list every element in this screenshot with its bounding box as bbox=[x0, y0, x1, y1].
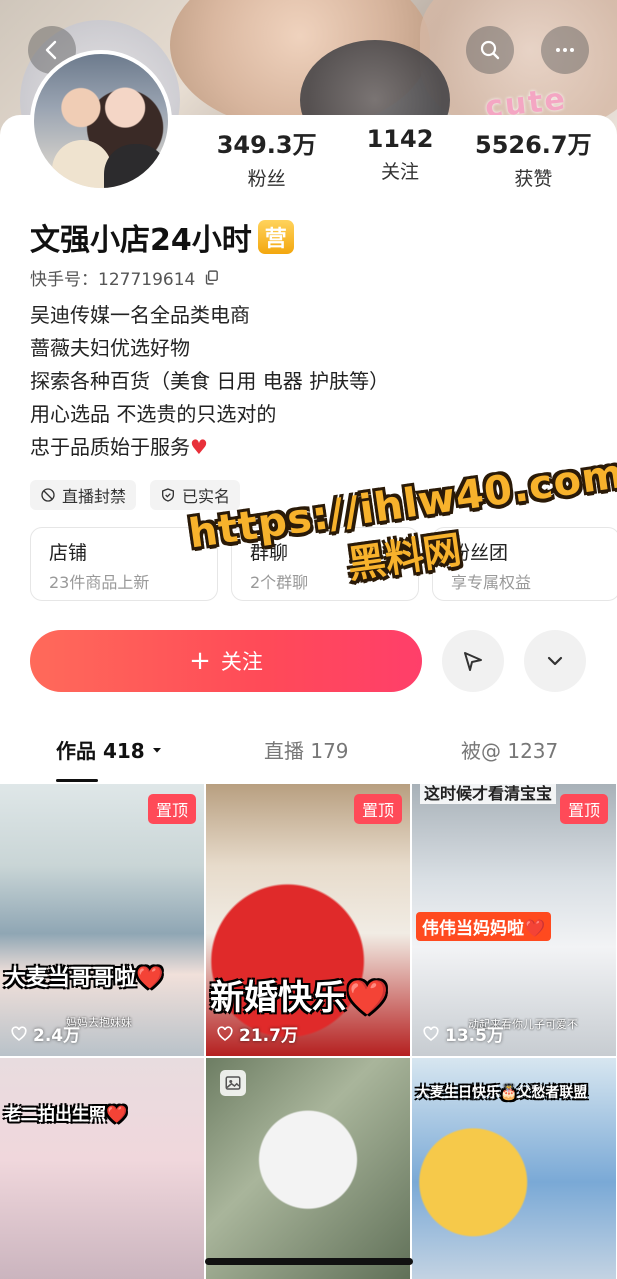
stat-value: 1142 bbox=[366, 125, 434, 153]
kuaishou-id: 快手号：127719614 bbox=[30, 265, 220, 290]
bio-line: 忠于品质始于服务♥ bbox=[30, 431, 389, 464]
stat-following[interactable]: 1142 关注 bbox=[333, 125, 466, 191]
video-caption: 老二拍出生照❤️ bbox=[4, 1105, 128, 1125]
follow-button[interactable]: + 关注 bbox=[30, 630, 422, 692]
stat-likes[interactable]: 5526.7万 获赞 bbox=[467, 125, 600, 191]
heart-outline-icon bbox=[423, 1025, 439, 1041]
more-button[interactable] bbox=[541, 26, 589, 74]
tab-label: 直播 179 bbox=[264, 739, 349, 763]
shortcut-subtitle: 2个群聊 bbox=[250, 573, 309, 592]
tag-live-banned[interactable]: 直播封禁 bbox=[30, 480, 137, 510]
pinned-badge: 置顶 bbox=[559, 794, 608, 824]
tag-label: 已实名 bbox=[182, 487, 231, 506]
bio-line: 用心选品 不选贵的只选对的 bbox=[30, 402, 277, 426]
stat-value: 349.3万 bbox=[216, 131, 317, 159]
bio-line: 探索各种百货（美食 日用 电器 护肤等） bbox=[30, 369, 390, 393]
avatar-photo-part bbox=[52, 140, 112, 188]
tab-underline bbox=[56, 779, 98, 782]
send-message-button[interactable] bbox=[442, 630, 504, 692]
video-thumbnail[interactable]: 置顶 新婚快乐❤️ 21.7万 bbox=[206, 784, 410, 1056]
home-indicator[interactable] bbox=[205, 1258, 413, 1265]
shortcut-fan-club[interactable]: 粉丝团 享专属权益 bbox=[432, 527, 617, 601]
video-likes: 21.7万 bbox=[216, 1021, 298, 1046]
send-icon bbox=[464, 652, 482, 671]
heart-outline-icon bbox=[217, 1025, 233, 1041]
tab-label: 作品 418 bbox=[56, 739, 145, 763]
tag-verified[interactable]: 已实名 bbox=[150, 480, 241, 510]
video-caption: 大麦生日快乐🎂父愁者联盟 bbox=[416, 1085, 588, 1101]
video-thumbnail[interactable]: 这时候才看清宝宝 置顶 伟伟当妈妈啦❤️ 动起来看你儿子可爱不 13.5万 bbox=[412, 784, 616, 1056]
follow-label: 关注 bbox=[220, 650, 263, 674]
search-icon bbox=[480, 40, 500, 60]
video-thumbnail[interactable]: 老二拍出生照❤️ bbox=[0, 1058, 204, 1279]
likes-count: 21.7万 bbox=[239, 1026, 298, 1046]
shortcut-title: 群聊 bbox=[250, 542, 289, 564]
shortcut-group-chat[interactable]: 群聊 2个群聊 bbox=[231, 527, 419, 601]
kuaishou-id-text: 快手号：127719614 bbox=[30, 270, 196, 290]
image-post-icon bbox=[220, 1070, 246, 1096]
shortcut-subtitle: 23件商品上新 bbox=[49, 573, 150, 592]
shield-check-icon bbox=[162, 488, 175, 502]
profile-bio: 吴迪传媒一名全品类电商 蔷薇夫妇优选好物 探索各种百货（美食 日用 电器 护肤等… bbox=[30, 299, 389, 464]
avatar[interactable] bbox=[30, 50, 172, 192]
shortcut-title: 店铺 bbox=[49, 542, 88, 564]
back-icon bbox=[45, 40, 57, 60]
profile-shortcuts: 店铺 23件商品上新 群聊 2个群聊 粉丝团 享专属权益 bbox=[30, 527, 617, 601]
profile-name: 文强小店24小时 bbox=[30, 223, 252, 258]
shortcut-title: 粉丝团 bbox=[451, 542, 509, 564]
tab-mentions[interactable]: 被@ 1237 bbox=[461, 735, 558, 764]
stat-value: 5526.7万 bbox=[475, 131, 592, 159]
content-tabs: 作品 418 直播 179 被@ 1237 bbox=[0, 735, 617, 785]
bio-line-text: 忠于品质始于服务 bbox=[30, 435, 190, 459]
shortcut-subtitle: 享专属权益 bbox=[451, 573, 532, 592]
more-icon bbox=[556, 48, 574, 52]
video-likes: 13.5万 bbox=[422, 1021, 504, 1046]
stat-label: 获赞 bbox=[514, 168, 553, 190]
profile-name-row: 文强小店24小时 营 bbox=[30, 215, 294, 259]
heart-icon: ♥ bbox=[190, 435, 208, 459]
likes-count: 13.5万 bbox=[445, 1026, 504, 1046]
video-thumbnail[interactable] bbox=[206, 1058, 410, 1279]
caret-down-icon bbox=[152, 747, 161, 753]
video-thumbnail[interactable]: 大麦生日快乐🎂父愁者联盟 bbox=[412, 1058, 616, 1279]
ban-icon bbox=[41, 488, 55, 502]
avatar-photo-part bbox=[104, 144, 168, 188]
tag-label: 直播封禁 bbox=[62, 487, 127, 506]
pinned-badge: 置顶 bbox=[147, 794, 196, 824]
video-top-text: 这时候才看清宝宝 bbox=[420, 784, 557, 804]
video-grid: 置顶 大麦当哥哥啦❤️ 妈妈去抱妹妹 2.4万 置顶 新婚快乐❤️ 21.7万 … bbox=[0, 784, 617, 1279]
bio-line: 蔷薇夫妇优选好物 bbox=[30, 336, 190, 360]
merchant-badge[interactable]: 营 bbox=[257, 220, 294, 254]
video-thumbnail[interactable]: 置顶 大麦当哥哥啦❤️ 妈妈去抱妹妹 2.4万 bbox=[0, 784, 204, 1056]
copy-icon[interactable] bbox=[203, 269, 220, 286]
plus-icon: + bbox=[189, 646, 211, 676]
bio-line: 吴迪传媒一名全品类电商 bbox=[30, 303, 250, 327]
stat-label: 粉丝 bbox=[247, 168, 286, 190]
profile-tags: 直播封禁 已实名 bbox=[30, 480, 241, 510]
heart-outline-icon bbox=[11, 1025, 27, 1041]
stat-label: 关注 bbox=[380, 161, 419, 183]
video-caption: 伟伟当妈妈啦❤️ bbox=[416, 912, 552, 941]
tab-label: 被@ 1237 bbox=[461, 739, 559, 763]
video-caption: 大麦当哥哥啦❤️ bbox=[4, 966, 164, 991]
search-button[interactable] bbox=[466, 26, 514, 74]
profile-stats: 349.3万 粉丝 1142 关注 5526.7万 获赞 bbox=[200, 125, 600, 191]
tab-live[interactable]: 直播 179 bbox=[264, 735, 349, 764]
profile-screen: cute 349.3万 粉丝 1142 关注 5526.7万 获赞 文强小店24… bbox=[0, 0, 617, 1279]
likes-count: 2.4万 bbox=[33, 1026, 81, 1046]
chevron-down-icon bbox=[547, 656, 563, 666]
shortcut-shop[interactable]: 店铺 23件商品上新 bbox=[30, 527, 218, 601]
image-icon bbox=[225, 1076, 241, 1090]
video-likes: 2.4万 bbox=[10, 1021, 80, 1046]
tab-works[interactable]: 作品 418 bbox=[56, 735, 165, 764]
video-caption: 新婚快乐❤️ bbox=[210, 978, 389, 1018]
pinned-badge: 置顶 bbox=[353, 794, 402, 824]
expand-button[interactable] bbox=[524, 630, 586, 692]
stat-followers[interactable]: 349.3万 粉丝 bbox=[200, 125, 333, 191]
